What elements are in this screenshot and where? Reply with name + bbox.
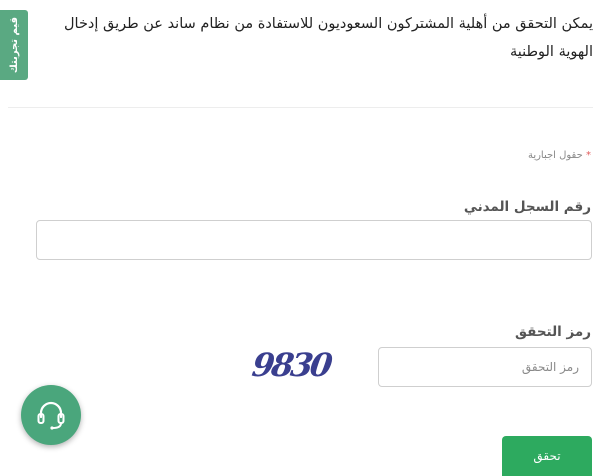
rate-experience-tab[interactable]: قيم تجربتك [0,10,28,80]
section-divider [8,107,593,108]
eligibility-page: يمكن التحقق من أهلية المشتركون السعوديون… [0,0,601,476]
required-fields-text: حقول اجبارية [527,150,583,161]
required-star: * [586,150,591,161]
verify-button[interactable]: تحقق [502,436,592,476]
captcha-label: رمز التحقق [514,324,591,340]
rate-experience-label: قيم تجربتك [8,16,20,74]
captcha-characters: 9830 [250,346,335,384]
headset-icon [37,401,65,430]
support-chat-button[interactable] [21,385,81,445]
civil-id-input[interactable] [36,220,592,260]
civil-id-label: رقم السجل المدني [463,199,591,215]
intro-text: يمكن التحقق من أهلية المشتركون السعوديون… [63,16,593,60]
required-fields-note: * حقول اجبارية [528,150,591,161]
captcha-image: 9830 [250,346,335,384]
captcha-input[interactable] [378,347,592,387]
